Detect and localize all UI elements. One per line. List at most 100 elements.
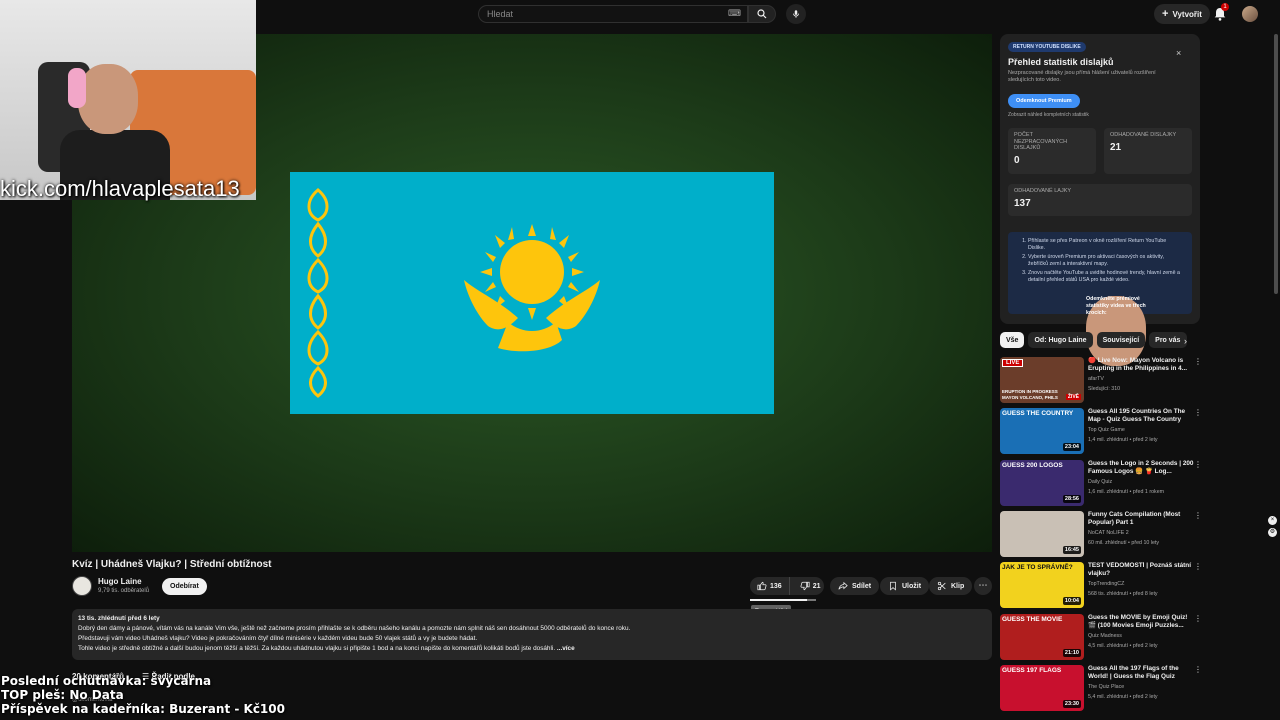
- stat-value: 21: [1110, 141, 1122, 153]
- video-title[interactable]: Guess the Logo in 2 Seconds | 200 Famous…: [1088, 460, 1194, 476]
- video-title[interactable]: Guess All the 197 Flags of the World! | …: [1088, 665, 1194, 681]
- more-options-icon[interactable]: ⋮: [1194, 665, 1202, 674]
- clip-button[interactable]: Klip: [929, 577, 973, 595]
- video-title[interactable]: Guess All 195 Countries On The Map - Qui…: [1088, 408, 1194, 424]
- share-label: Sdílet: [852, 582, 872, 590]
- recommended-video[interactable]: GUESS THE MOVIE 21:10 Guess the MOVIE by E…: [1000, 614, 1202, 660]
- video-meta: 568 tis. zhlédnutí • před 8 lety: [1088, 591, 1158, 597]
- more-options-icon[interactable]: ⋮: [1194, 408, 1202, 417]
- ryd-subtitle: Nezpracované dislajky jsou přímá hlášení…: [1008, 70, 1156, 83]
- video-thumbnail[interactable]: 16:45: [1000, 511, 1084, 557]
- chevron-right-icon[interactable]: ›: [1184, 336, 1187, 346]
- search-placeholder: Hledat: [487, 9, 514, 19]
- thumbnail-caption: MAYON VOLCANO, PHILS: [1002, 395, 1058, 400]
- chip-from-channel[interactable]: Od: Hugo Laine: [1028, 332, 1093, 348]
- stream-overlay-line: TOP pleš: No Data: [1, 688, 124, 702]
- close-circle-icon[interactable]: ×: [1268, 516, 1277, 525]
- description-line: Tohle video je středně obtížné a další b…: [78, 645, 556, 652]
- video-thumbnail[interactable]: GUESS THE MOVIE 21:10: [1000, 614, 1084, 660]
- thumbnail-caption: JAK JE TO SPRÁVNĚ?: [1002, 564, 1073, 571]
- like-button[interactable]: 136: [750, 577, 790, 595]
- video-title[interactable]: Guess the MOVIE by Emoji Quiz! 🎬 (100 Mo…: [1088, 614, 1194, 630]
- like-ratio-fill: [750, 599, 807, 601]
- recommended-video[interactable]: JAK JE TO SPRÁVNĚ? 10:04 TEST VĚDOMOSTÍ | …: [1000, 562, 1202, 608]
- video-thumbnail[interactable]: GUESS 197 FLAGS 23:30: [1000, 665, 1084, 711]
- more-options-icon[interactable]: ⋮: [1194, 614, 1202, 623]
- share-icon: [838, 581, 848, 590]
- video-duration: 21:10: [1062, 649, 1081, 657]
- channel-name[interactable]: Quiz Madness: [1088, 633, 1122, 639]
- description-box[interactable]: 13 tis. zhlédnutí před 6 lety Dobrý den …: [72, 609, 992, 660]
- account-avatar[interactable]: [1242, 6, 1258, 22]
- full-stats-link[interactable]: Zobrazit náhled kompletních statistik: [1008, 112, 1089, 118]
- video-thumbnail[interactable]: ERUPTION IN PROGRESS MAYON VOLCANO, PHILS…: [1000, 357, 1084, 403]
- save-label: Uložit: [902, 582, 922, 590]
- recommended-video[interactable]: GUESS 200 LOGOS 28:56 Guess the Logo in 2 …: [1000, 460, 1202, 506]
- recommended-video[interactable]: GUESS 197 FLAGS 23:30 Guess All the 197 Fl…: [1000, 665, 1202, 711]
- chip-all[interactable]: Vše: [1000, 332, 1025, 348]
- unlock-premium-button[interactable]: Odemknout Premium: [1008, 94, 1080, 108]
- channel-name[interactable]: NoCAT NoLIFE 2: [1088, 530, 1129, 536]
- settings-circle-icon[interactable]: ⚙: [1268, 528, 1277, 537]
- channel-name[interactable]: afarTV: [1088, 376, 1104, 382]
- more-options-icon[interactable]: ⋮: [1194, 357, 1202, 366]
- show-more-link[interactable]: ...více: [557, 645, 575, 652]
- subscribe-button[interactable]: Odebírat: [162, 578, 207, 595]
- video-title[interactable]: Funny Cats Compilation (Most Popular) Pa…: [1088, 511, 1194, 527]
- create-button[interactable]: + Vytvořit: [1154, 4, 1210, 24]
- video-meta: 60 mil. zhlédnutí • před 10 lety: [1088, 540, 1160, 546]
- recommended-video[interactable]: GUESS THE COUNTRY 23:04 Guess All 195 Coun…: [1000, 408, 1202, 454]
- channel-name[interactable]: Hugo Laine: [98, 577, 142, 586]
- video-title[interactable]: TEST VĚDOMOSTÍ | Poznáš státní vlajku?: [1088, 562, 1194, 578]
- flag-sun-eagle-emblem: [464, 224, 600, 352]
- plus-icon: +: [1162, 8, 1169, 20]
- thumbnail-caption: GUESS 197 FLAGS: [1002, 667, 1062, 674]
- video-thumbnail[interactable]: GUESS 200 LOGOS 28:56: [1000, 460, 1084, 506]
- video-duration: 28:56: [1062, 495, 1081, 503]
- description-line: Dobrý den dámy a pánové, vítám vás na ka…: [78, 625, 631, 632]
- close-icon[interactable]: ×: [1176, 48, 1181, 58]
- video-thumbnail[interactable]: JAK JE TO SPRÁVNĚ? 10:04: [1000, 562, 1084, 608]
- video-title[interactable]: 🔴 Live Now: Mayon Volcano is Erupting in…: [1088, 357, 1194, 373]
- ryd-badge: RETURN YOUTUBE DISLIKE: [1008, 42, 1086, 52]
- save-button[interactable]: Uložit: [880, 577, 930, 595]
- live-badge: LIVE: [1002, 359, 1024, 367]
- channel-name[interactable]: TopTrendingCZ: [1088, 581, 1124, 587]
- page-scrollbar[interactable]: [1274, 34, 1278, 294]
- share-button[interactable]: Sdílet: [830, 577, 880, 595]
- search-button[interactable]: [748, 5, 776, 23]
- video-thumbnail[interactable]: GUESS THE COUNTRY 23:04: [1000, 408, 1084, 454]
- thumbnail-caption: GUESS THE MOVIE: [1002, 616, 1063, 623]
- clip-label: Klip: [951, 582, 965, 590]
- more-options-icon[interactable]: ⋮: [1194, 511, 1202, 520]
- more-options-icon[interactable]: ⋮: [1194, 562, 1202, 571]
- stat-value: 0: [1014, 154, 1020, 166]
- chip-for-you[interactable]: Pro vás: [1149, 332, 1188, 348]
- video-duration: 16:45: [1062, 546, 1081, 554]
- recommended-video[interactable]: ERUPTION IN PROGRESS MAYON VOLCANO, PHILS…: [1000, 357, 1202, 403]
- step-item: Vyberte úroveň Premium pro aktivaci časo…: [1028, 254, 1184, 268]
- stream-overlay-line: Příspěvek na kadeřníka: Buzerant - Kč100: [1, 702, 285, 716]
- notification-count-badge: 1: [1221, 3, 1229, 11]
- channel-name[interactable]: Top Quiz Game: [1088, 427, 1125, 433]
- step-item: Přihlaste se přes Patreon v okně rozšíře…: [1028, 238, 1184, 252]
- video-meta: Sledující: 310: [1088, 386, 1121, 392]
- like-count: 136: [770, 582, 782, 590]
- more-actions-button[interactable]: ⋯: [974, 577, 992, 595]
- video-title: Kvíz | Uhádneš Vlajku? | Střední obtížno…: [72, 559, 272, 570]
- channel-name[interactable]: The Quiz Place: [1088, 684, 1124, 690]
- flag-ornament-pattern: [307, 188, 329, 398]
- stream-overlay-line: Poslední ochutnávka: švýcarna: [1, 674, 212, 688]
- keyboard-icon[interactable]: ⌨: [728, 8, 741, 20]
- view-count-date: 13 tis. zhlédnutí před 6 lety: [78, 615, 160, 622]
- channel-name[interactable]: Daily Quiz: [1088, 479, 1112, 485]
- dislike-button[interactable]: 21: [794, 581, 827, 591]
- dislike-count: 21: [812, 582, 821, 590]
- search-input[interactable]: Hledat: [478, 5, 748, 23]
- webcam-headphones: [68, 68, 86, 108]
- more-options-icon[interactable]: ⋮: [1194, 460, 1202, 469]
- voice-search-button[interactable]: [786, 4, 806, 24]
- recommended-video[interactable]: 16:45 Funny Cats Compilation (Most Popula…: [1000, 511, 1202, 557]
- channel-avatar[interactable]: [72, 576, 92, 596]
- chip-related[interactable]: Související: [1096, 332, 1146, 348]
